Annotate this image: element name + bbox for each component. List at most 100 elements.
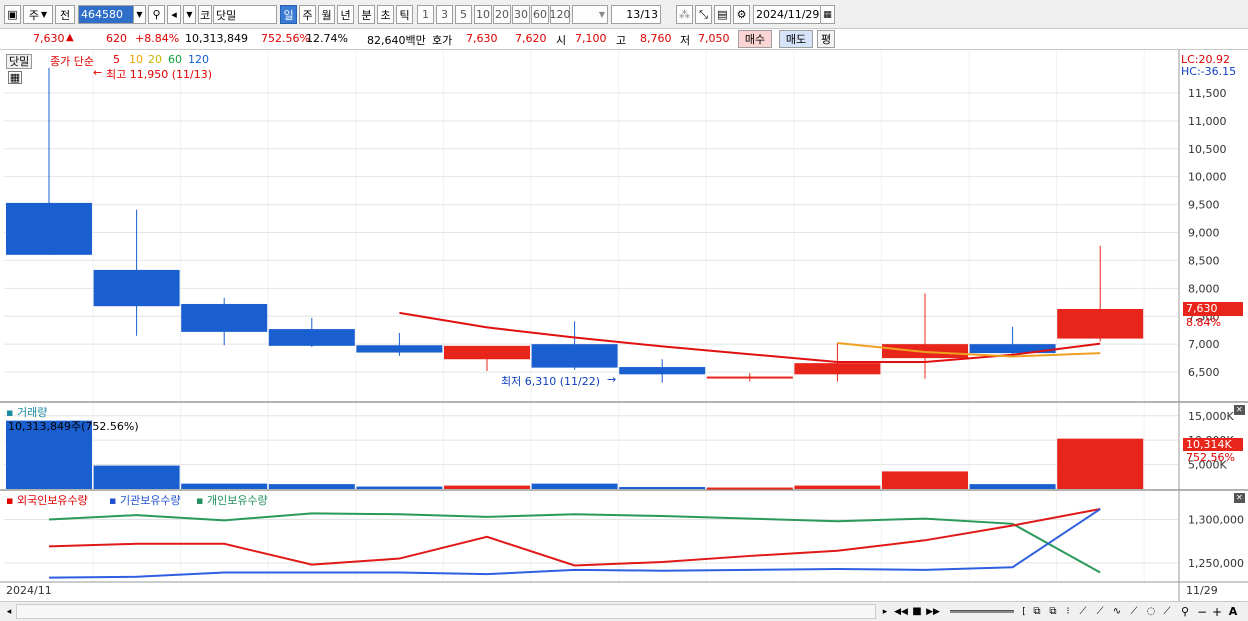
- interval-30-button[interactable]: 30: [512, 5, 530, 24]
- bid-price: 7,620: [515, 32, 547, 45]
- draw-shape-icon[interactable]: ◌: [1144, 604, 1158, 619]
- average-button[interactable]: 평: [817, 30, 835, 48]
- mode-selector-b[interactable]: 전: [55, 5, 75, 24]
- price-tick-label: 11,000: [1188, 115, 1227, 128]
- interval-1-button[interactable]: 1: [417, 5, 434, 24]
- candle-body: [6, 202, 92, 255]
- draw-wave-icon[interactable]: ∿: [1110, 604, 1124, 619]
- interval-20-button[interactable]: 20: [493, 5, 511, 24]
- volume-bar: [531, 483, 618, 489]
- zoom-in-icon[interactable]: +: [1211, 604, 1223, 619]
- current-price: 7,630: [33, 32, 65, 45]
- quote-bar: 7,630 ▲ 620 +8.84% 10,313,849 752.56% 12…: [0, 29, 1248, 50]
- volume-bar: [619, 487, 706, 490]
- custom-interval-dropdown[interactable]: ▼: [572, 5, 608, 24]
- date-field[interactable]: 2024/11/29: [753, 5, 821, 24]
- volume-value: 10,313,849: [185, 32, 248, 45]
- save-icon[interactable]: ▤: [714, 5, 731, 24]
- volume-last-pct: 752.56%: [1186, 451, 1235, 464]
- period-month-tab[interactable]: 월: [318, 5, 335, 24]
- interval-120-button[interactable]: 120: [550, 5, 571, 24]
- period-second-tab[interactable]: 초: [377, 5, 394, 24]
- volume-bar: [882, 471, 968, 489]
- mode-selector-a[interactable]: 주 ▼: [23, 5, 53, 24]
- candle-body: [93, 269, 180, 307]
- interval-3-button[interactable]: 3: [436, 5, 453, 24]
- volume-bar: [444, 485, 530, 489]
- price-tick-label: 10,500: [1188, 143, 1227, 156]
- change-percent: +8.84%: [135, 32, 180, 45]
- min-price-note: 최저 6,310 (11/22): [501, 375, 601, 388]
- volume-bar: [268, 484, 355, 489]
- draw-line-icon[interactable]: ⟋: [1076, 604, 1090, 619]
- candle-body: [1057, 308, 1144, 339]
- scroll-left-icon[interactable]: ◂: [4, 604, 14, 619]
- market-selector[interactable]: 코: [198, 5, 212, 24]
- period-year-tab[interactable]: 년: [337, 5, 354, 24]
- top-toolbar: ▣ 주 ▼ 전 464580 ▼ ⚲ ◂ ▼ 코 닷밀 일 주 월 년 분 초 틱…: [0, 0, 1248, 29]
- draw-fib-icon[interactable]: ⟋: [1127, 604, 1141, 619]
- sell-button[interactable]: 매도: [779, 30, 813, 48]
- holding-title-institution: ▪ 기관보유수량: [109, 494, 181, 507]
- legend-ma120: 120: [188, 53, 209, 66]
- holding-close-icon[interactable]: ✕: [1234, 493, 1245, 503]
- legend-ma5: 5: [113, 53, 120, 66]
- stock-code-input[interactable]: 464580: [78, 5, 134, 24]
- speaker-dropdown-icon[interactable]: ▼: [183, 5, 196, 24]
- period-minute-tab[interactable]: 분: [358, 5, 375, 24]
- window-tile-icon[interactable]: ⧉: [1030, 604, 1044, 619]
- legend-ma20: 20: [148, 53, 162, 66]
- window-cascade-icon[interactable]: ⧉: [1046, 604, 1060, 619]
- holding-institution-text: 기관보유수량: [119, 494, 181, 507]
- legend-stock-name-box[interactable]: 닷밀: [6, 53, 33, 69]
- legend-ma60: 60: [168, 53, 182, 66]
- stock-name-field[interactable]: 닷밀: [213, 5, 277, 24]
- period-tick-tab[interactable]: 틱: [396, 5, 413, 24]
- hoga-label: 호가: [432, 34, 453, 47]
- price-tick-label: 8,500: [1188, 254, 1220, 267]
- current-price-pct: 8.84%: [1186, 316, 1221, 329]
- code-dropdown-icon[interactable]: ▼: [133, 5, 146, 24]
- interval-60-button[interactable]: 60: [531, 5, 549, 24]
- max-arrow-icon: ←: [93, 66, 103, 79]
- crosshair-icon[interactable]: ⤡: [695, 5, 712, 24]
- magnifier-icon[interactable]: ⚲: [1178, 604, 1192, 619]
- volume-bar: [969, 484, 1056, 489]
- volume-info: 10,313,849주(752.56%): [8, 420, 139, 433]
- period-day-tab[interactable]: 일: [280, 5, 297, 24]
- rewind-icon[interactable]: ◀◀: [894, 604, 908, 619]
- slider-handle-icon[interactable]: [: [1018, 604, 1030, 619]
- volume-close-icon[interactable]: ✕: [1234, 405, 1245, 415]
- horizontal-scrollbar[interactable]: [16, 604, 876, 619]
- play-icon[interactable]: ▶▶: [926, 604, 940, 619]
- zoom-out-icon[interactable]: −: [1196, 604, 1208, 619]
- gear-icon[interactable]: ⚙: [733, 5, 750, 24]
- candle-body: [444, 345, 530, 360]
- price-tick-label: 8,000: [1188, 282, 1220, 295]
- drag-icon[interactable]: ⁂: [676, 5, 693, 24]
- legend-ma10: 10: [129, 53, 143, 66]
- table-view-icon[interactable]: ▦: [8, 71, 22, 84]
- draw-tools-icon[interactable]: ⟋: [1160, 604, 1174, 619]
- grid-toggle-icon[interactable]: ⁝: [1062, 604, 1074, 619]
- trade-amount: 82,640백만: [367, 34, 426, 47]
- current-price-box: 7,630: [1183, 302, 1243, 316]
- period-week-tab[interactable]: 주: [299, 5, 316, 24]
- draw-trend-icon[interactable]: ⟋: [1093, 604, 1107, 619]
- buy-button[interactable]: 매수: [738, 30, 772, 48]
- search-icon[interactable]: ⚲: [148, 5, 165, 24]
- window-menu-icon[interactable]: ▣: [4, 5, 21, 24]
- stock-chart[interactable]: 11,500 11,000 10,500 10,000 9,500 9,000 8,500 8…: [0, 50, 1248, 601]
- price-tick-label: 6,500: [1188, 366, 1220, 379]
- speaker-icon[interactable]: ◂: [167, 5, 181, 24]
- calendar-icon[interactable]: ▦: [820, 5, 835, 24]
- interval-10-button[interactable]: 10: [474, 5, 492, 24]
- scroll-right-icon[interactable]: ▸: [879, 604, 891, 619]
- zoom-slider[interactable]: [948, 604, 1016, 619]
- interval-5-button[interactable]: 5: [455, 5, 472, 24]
- holding-individual-text: 개인보유수량: [206, 494, 268, 507]
- font-size-icon[interactable]: A: [1226, 604, 1240, 619]
- stop-icon[interactable]: ■: [911, 604, 923, 619]
- volume-bar: [181, 483, 268, 489]
- count-field[interactable]: 13/13: [611, 5, 661, 24]
